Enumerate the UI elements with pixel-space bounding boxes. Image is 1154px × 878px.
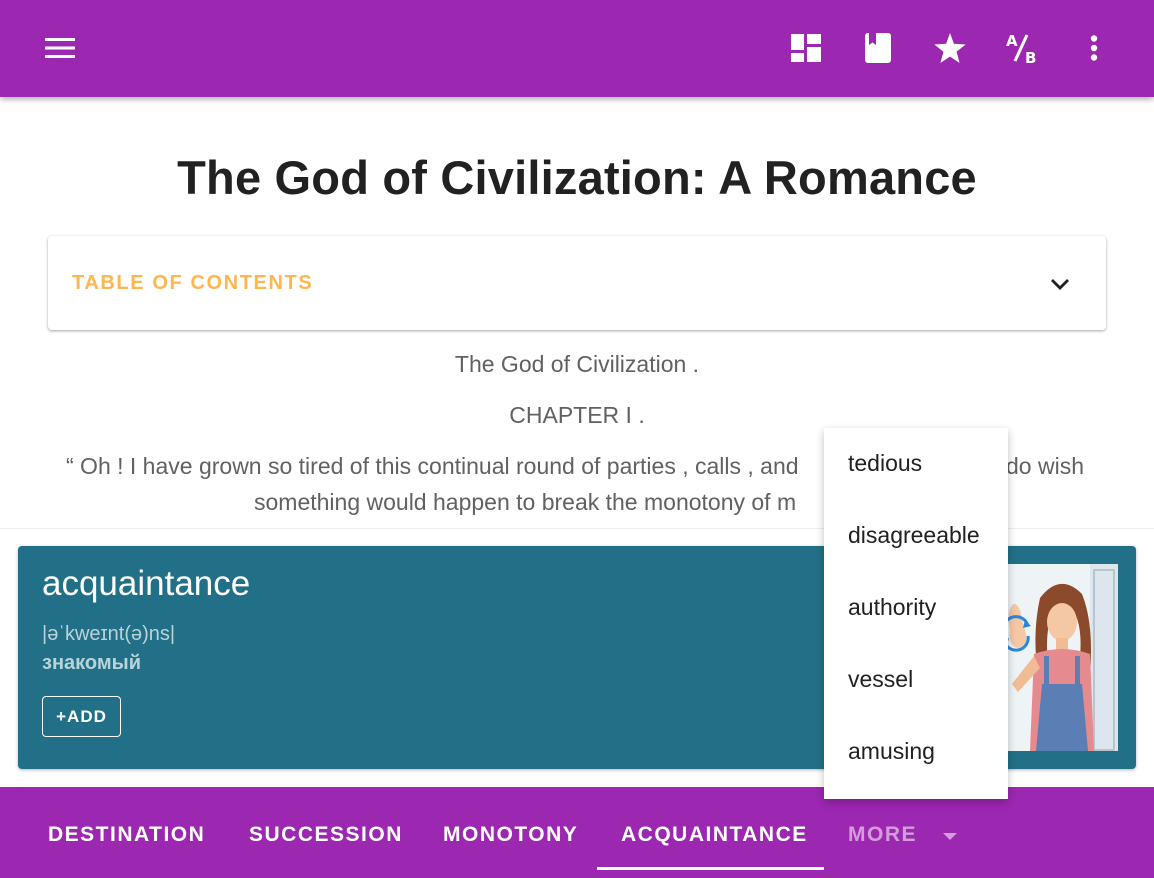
more-vert-icon[interactable] xyxy=(1077,31,1111,65)
tab-more-label: MORE xyxy=(848,823,917,846)
book-text-line: something would happen to break the mono… xyxy=(254,489,797,515)
dropdown-item[interactable]: tedious xyxy=(848,450,922,477)
word-illustration xyxy=(998,564,1118,751)
toc-label: TABLE OF CONTENTS xyxy=(72,272,314,294)
tab-acquaintance[interactable]: ACQUAINTANCE xyxy=(621,823,808,847)
selected-tab-indicator xyxy=(597,867,824,870)
add-word-button[interactable]: +ADD xyxy=(42,696,121,737)
word-tabs-bar: DESTINATION SUCCESSION MONOTONY ACQUAINT… xyxy=(0,787,1154,878)
tab-monotony[interactable]: MONOTONY xyxy=(443,823,578,847)
svg-text:B: B xyxy=(1025,49,1036,65)
book-text-line: The God of Civilization . xyxy=(454,351,700,377)
tab-succession[interactable]: SUCCESSION xyxy=(249,823,403,847)
caret-down-icon xyxy=(942,823,958,847)
tab-destination[interactable]: DESTINATION xyxy=(48,823,205,847)
word-translation: знакомый xyxy=(42,652,142,674)
top-app-bar: A B xyxy=(0,0,1154,97)
word-title: acquaintance xyxy=(42,564,251,603)
book-icon[interactable] xyxy=(861,31,895,65)
dropdown-item[interactable]: amusing xyxy=(848,738,935,765)
table-of-contents-panel[interactable]: TABLE OF CONTENTS xyxy=(48,236,1106,330)
tab-more[interactable]: MORE xyxy=(848,823,958,847)
dropdown-item[interactable]: disagreeable xyxy=(848,522,980,549)
dropdown-item[interactable]: vessel xyxy=(848,666,913,693)
book-title: The God of Civilization: A Romance xyxy=(177,151,977,204)
more-words-dropdown: tedious disagreeable authority vessel am… xyxy=(824,428,1008,799)
book-text-line: “ Oh ! I have grown so tired of this con… xyxy=(66,453,799,479)
hamburger-menu-icon[interactable] xyxy=(43,31,77,65)
svg-text:A: A xyxy=(1006,32,1018,50)
chevron-down-icon[interactable] xyxy=(1046,270,1074,298)
translate-ab-icon[interactable]: A B xyxy=(1005,31,1039,65)
star-icon[interactable] xyxy=(933,31,967,65)
book-text-line: do wish xyxy=(1006,453,1084,479)
word-transcription: |əˈkweɪnt(ə)ns| xyxy=(42,623,176,645)
dropdown-item[interactable]: authority xyxy=(848,594,936,621)
dashboard-icon[interactable] xyxy=(789,31,823,65)
